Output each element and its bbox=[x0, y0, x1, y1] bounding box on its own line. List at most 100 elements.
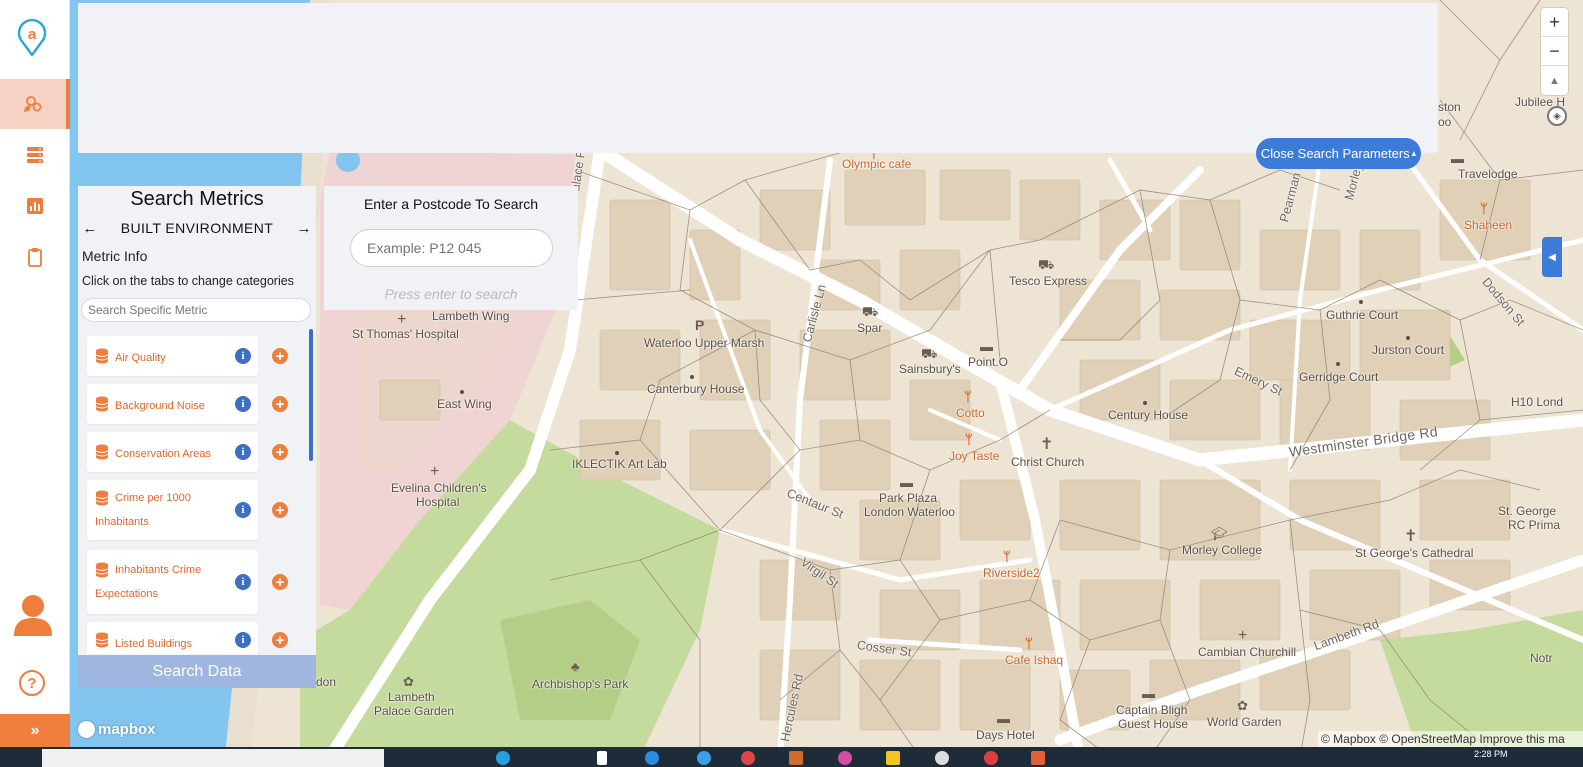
map-label-cotto: Cotto bbox=[956, 406, 985, 420]
map-label-gerridge-court: Gerridge Court bbox=[1299, 370, 1379, 384]
folder-icon[interactable] bbox=[886, 751, 900, 765]
expand-sidebar-button[interactable]: » bbox=[0, 714, 70, 747]
taskbar-clock[interactable]: 2:28 PM bbox=[1474, 749, 1508, 759]
restaurant-icon[interactable]: ᛘ bbox=[1025, 637, 1033, 650]
tree-icon[interactable]: ♣ bbox=[571, 660, 580, 673]
add-metric-icon[interactable]: + bbox=[272, 502, 288, 518]
metric-list: Air Quality i + Background Noise i + Con… bbox=[78, 328, 316, 654]
restaurant-icon[interactable]: ᛘ bbox=[1480, 202, 1488, 215]
next-category-arrow-icon[interactable]: → bbox=[296, 220, 312, 237]
file-icon[interactable] bbox=[597, 751, 607, 765]
shopping-cart-icon[interactable]: ⛟ bbox=[862, 305, 878, 318]
shopping-cart-icon[interactable]: ⛟ bbox=[1038, 258, 1054, 271]
app-icon[interactable] bbox=[984, 751, 998, 765]
info-icon[interactable]: i bbox=[235, 348, 251, 364]
church-cross-icon[interactable]: ✝ bbox=[1404, 529, 1417, 545]
search-metric-input[interactable] bbox=[81, 298, 311, 322]
app-icon[interactable] bbox=[1031, 751, 1045, 765]
info-icon[interactable]: i bbox=[235, 396, 251, 412]
add-metric-icon[interactable]: + bbox=[272, 574, 288, 590]
chrome-icon[interactable] bbox=[935, 751, 949, 765]
sidebar-item-reports[interactable] bbox=[0, 232, 70, 282]
info-icon[interactable]: i bbox=[235, 502, 251, 518]
app-logo-icon[interactable]: a bbox=[16, 18, 48, 56]
add-metric-icon[interactable]: + bbox=[272, 632, 288, 648]
network-people-icon bbox=[24, 96, 42, 113]
add-metric-icon[interactable]: + bbox=[272, 396, 288, 412]
map-label-h10-london: H10 Lond bbox=[1511, 395, 1564, 409]
garden-icon[interactable]: ✿ bbox=[1237, 699, 1248, 712]
map-label-st-george-rc-1: St. George bbox=[1498, 504, 1557, 518]
restaurant-icon[interactable]: ᛘ bbox=[965, 433, 973, 446]
restaurant-icon[interactable]: ᛘ bbox=[964, 390, 972, 403]
app-icon[interactable] bbox=[789, 751, 803, 765]
map-attribution[interactable]: © Mapbox © OpenStreetMap Improve this ma bbox=[1318, 731, 1583, 748]
hotel-icon[interactable]: ▬ bbox=[1142, 687, 1155, 700]
close-search-parameters-button[interactable]: Close Search Parameters ▴ bbox=[1256, 138, 1421, 169]
metric-list-scrollbar[interactable] bbox=[309, 329, 313, 461]
garden-icon[interactable]: ✿ bbox=[403, 675, 414, 688]
map-label-iklectik: IKLECTIK Art Lab bbox=[572, 457, 667, 471]
prev-category-arrow-icon[interactable]: ← bbox=[82, 220, 98, 237]
app-icon[interactable] bbox=[645, 751, 659, 765]
compass-icon[interactable]: ◈ bbox=[1547, 106, 1567, 126]
map-label-riverside2: Riverside2 bbox=[983, 566, 1040, 580]
metric-card-background-noise[interactable]: Background Noise bbox=[87, 384, 258, 424]
user-avatar-icon[interactable] bbox=[12, 592, 54, 638]
taskbar-search-box[interactable] bbox=[42, 749, 384, 767]
zoom-in-button[interactable]: + bbox=[1541, 8, 1568, 37]
restaurant-icon[interactable]: ᛘ bbox=[1003, 550, 1011, 563]
app-root: Olympic cafe Travelodge Shaheen Jubilee … bbox=[0, 0, 1583, 767]
hospital-cross-icon[interactable]: + bbox=[430, 464, 439, 480]
hospital-cross-icon[interactable]: + bbox=[397, 312, 406, 328]
shopping-cart-icon[interactable]: ⛟ bbox=[921, 347, 937, 360]
parking-icon[interactable]: P bbox=[695, 318, 704, 332]
add-metric-icon[interactable]: + bbox=[272, 444, 288, 460]
metric-card-crime-per-1000[interactable]: Crime per 1000 Inhabitants bbox=[87, 480, 258, 540]
hotel-icon[interactable]: ▬ bbox=[980, 340, 993, 353]
map-label-sainsburys: Sainsbury's bbox=[899, 362, 961, 376]
hotel-icon[interactable]: ▬ bbox=[900, 476, 913, 489]
reset-bearing-button[interactable]: ▲ bbox=[1541, 66, 1568, 95]
hotel-icon[interactable]: ▬ bbox=[997, 712, 1010, 725]
map-label-cambian: Cambian Churchill bbox=[1198, 645, 1297, 659]
map-zoom-controls: + − ▲ bbox=[1541, 8, 1568, 95]
metric-row: Inhabitants Crime Expectations i + bbox=[78, 550, 308, 614]
college-icon[interactable]: 🎓︎ bbox=[1211, 527, 1228, 540]
sidebar-item-charts[interactable] bbox=[0, 181, 70, 231]
app-icon[interactable] bbox=[838, 751, 852, 765]
metric-card-air-quality[interactable]: Air Quality bbox=[87, 336, 258, 376]
metric-card-conservation-areas[interactable]: Conservation Areas bbox=[87, 432, 258, 472]
info-icon[interactable]: i bbox=[235, 632, 251, 648]
map-label-captain-bligh-2: Guest House bbox=[1118, 717, 1189, 731]
info-icon[interactable]: i bbox=[235, 444, 251, 460]
church-cross-icon[interactable]: ✝ bbox=[1040, 437, 1053, 453]
postcode-input[interactable] bbox=[350, 229, 553, 267]
map-label-tesco: Tesco Express bbox=[1009, 274, 1088, 288]
bar-chart-icon bbox=[27, 198, 43, 214]
map-label-century-house: Century House bbox=[1108, 408, 1189, 422]
help-icon[interactable]: ? bbox=[19, 670, 45, 696]
add-metric-icon[interactable]: + bbox=[272, 348, 288, 364]
metric-card-listed-buildings[interactable]: Listed Buildings bbox=[87, 622, 258, 654]
side-panel-toggle-icon[interactable]: ◀ bbox=[1542, 237, 1562, 277]
map-label-morley-college: Morley College bbox=[1182, 543, 1263, 557]
map-label-point-o: Point.O bbox=[968, 355, 1009, 369]
metric-card-inhabitants-crime-expectations[interactable]: Inhabitants Crime Expectations bbox=[87, 550, 258, 614]
app-sidebar: a ? » bbox=[0, 0, 70, 757]
hospital-cross-icon[interactable]: + bbox=[1238, 628, 1247, 644]
app-icon[interactable] bbox=[741, 751, 755, 765]
mapbox-logo[interactable]: mapbox bbox=[78, 721, 156, 738]
info-icon[interactable]: i bbox=[235, 574, 251, 590]
sidebar-item-database[interactable] bbox=[0, 130, 70, 180]
sidebar-item-network[interactable] bbox=[0, 79, 70, 129]
hotel-icon[interactable]: ▬ bbox=[1451, 152, 1464, 165]
map-label-st-georges-cathedral: St George's Cathedral bbox=[1355, 546, 1474, 560]
search-data-button[interactable]: Search Data bbox=[78, 655, 316, 688]
search-parameters-panel bbox=[78, 3, 1438, 153]
map-label-captain-bligh-1: Captain Bligh bbox=[1116, 703, 1188, 717]
edge-browser-icon[interactable] bbox=[496, 751, 510, 765]
app-icon[interactable] bbox=[697, 751, 711, 765]
clipboard-icon bbox=[28, 248, 42, 267]
zoom-out-button[interactable]: − bbox=[1541, 37, 1568, 66]
